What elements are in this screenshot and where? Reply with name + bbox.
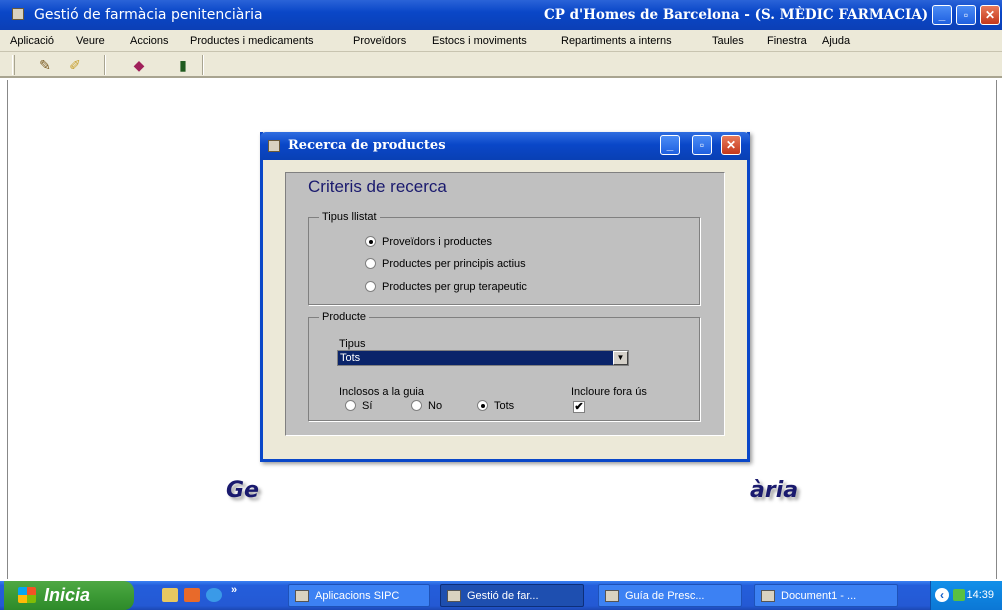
exit-door-icon[interactable]: ▮: [174, 56, 192, 74]
radio-label: Tots: [494, 400, 515, 412]
menu-repartiments[interactable]: Repartiments a interns: [561, 35, 672, 47]
radio-button[interactable]: [365, 281, 376, 292]
radio-label: Productes per grup terapeutic: [382, 281, 527, 293]
internet-explorer-icon[interactable]: [206, 588, 222, 602]
app-icon: [447, 590, 461, 602]
radio-proveidors-productes[interactable]: Proveïdors i productes: [365, 236, 492, 248]
task-document1[interactable]: Document1 - ...: [754, 584, 898, 607]
criteria-panel: Criteris de recerca Tipus llistat Proveï…: [285, 172, 725, 436]
producte-legend: Producte: [319, 311, 370, 323]
task-aplicacions-sipc[interactable]: Aplicacions SIPC: [288, 584, 430, 607]
dialog-titlebar[interactable]: Recerca de productes _ ▫ ✕: [260, 132, 750, 160]
start-button[interactable]: Inicia: [4, 581, 134, 610]
print-icon[interactable]: ◆: [130, 56, 148, 74]
radio-button[interactable]: [477, 400, 488, 411]
radio-label: Proveïdors i productes: [382, 236, 493, 248]
toolbar: ✎ ✐ ◆ ▮: [0, 52, 1002, 78]
task-gestio-farmacia[interactable]: Gestió de far...: [440, 584, 584, 607]
dialog-maximize-button[interactable]: ▫: [692, 135, 712, 155]
app-icon: [12, 8, 24, 20]
tipus-label: Tipus: [339, 338, 366, 350]
clock[interactable]: 14:39: [966, 589, 994, 601]
system-tray: ‹ 14:39: [930, 581, 1002, 610]
task-label: Aplicacions SIPC: [315, 590, 400, 602]
dialog-title: Recerca de productes: [288, 138, 446, 153]
radio-inclosos-no[interactable]: No: [411, 400, 442, 412]
search-dialog: Recerca de productes _ ▫ ✕ Criteris de r…: [260, 132, 750, 462]
radio-inclosos-tots[interactable]: Tots: [477, 400, 514, 412]
inclosos-label: Inclosos a la guia: [339, 386, 424, 398]
criteria-heading: Criteris de recerca: [308, 177, 447, 196]
menu-aplicacio[interactable]: Aplicació: [10, 35, 54, 47]
window-context: CP d'Homes de Barcelona - (S. MÈDIC FARM…: [544, 7, 929, 23]
eraser-icon[interactable]: ✐: [66, 56, 84, 74]
pencil-icon[interactable]: ✎: [36, 56, 54, 74]
toolbar-separator: [104, 55, 106, 75]
dialog-icon: [268, 140, 280, 152]
task-guia-prescripcio[interactable]: Guía de Presc...: [598, 584, 742, 607]
dialog-close-button[interactable]: ✕: [721, 135, 741, 155]
browser-icon: [605, 590, 619, 602]
folder-icon[interactable]: [162, 588, 178, 602]
radio-label: Sí: [362, 400, 373, 412]
radio-grup-terapeutic[interactable]: Productes per grup terapeutic: [365, 281, 527, 293]
dialog-minimize-button[interactable]: _: [660, 135, 680, 155]
menu-proveidors[interactable]: Proveïdors: [353, 35, 406, 47]
producte-group: Producte Tipus Tots ▼ Inclosos a la guia…: [308, 311, 700, 421]
tipus-select[interactable]: Tots ▼: [337, 350, 629, 366]
minimize-button[interactable]: _: [932, 5, 952, 25]
radio-label: No: [428, 400, 443, 412]
menu-estocs[interactable]: Estocs i moviments: [432, 35, 527, 47]
close-button[interactable]: ✕: [980, 5, 1000, 25]
task-label: Gestió de far...: [467, 590, 539, 602]
menu-productes[interactable]: Productes i medicaments: [190, 35, 314, 47]
network-icon[interactable]: [953, 589, 965, 601]
task-label: Guía de Presc...: [625, 590, 705, 602]
menu-accions[interactable]: Accions: [130, 35, 169, 47]
maximize-button[interactable]: ▫: [956, 5, 976, 25]
menu-taules[interactable]: Taules: [712, 35, 744, 47]
tipus-select-value: Tots: [340, 352, 361, 364]
menu-ajuda[interactable]: Ajuda: [822, 35, 850, 47]
radio-inclosos-si[interactable]: Sí: [345, 400, 372, 412]
background-logo-text-left: Ge: [226, 478, 259, 503]
radio-label: Productes per principis actius: [382, 258, 526, 270]
sipc-icon: [295, 590, 309, 602]
radio-principis-actius[interactable]: Productes per principis actius: [365, 258, 526, 270]
media-icon[interactable]: [184, 588, 200, 602]
radio-button[interactable]: [345, 400, 356, 411]
taskbar: Inicia » Aplicacions SIPC Gestió de far.…: [0, 581, 1002, 610]
incloure-fora-us-label: Incloure fora ús: [571, 386, 647, 398]
chevron-down-icon[interactable]: ▼: [613, 351, 628, 365]
tipus-llistat-legend: Tipus llistat: [319, 211, 380, 223]
start-label: Inicia: [44, 585, 91, 605]
menu-finestra[interactable]: Finestra: [767, 35, 807, 47]
tray-expand-icon[interactable]: ‹: [935, 588, 949, 602]
window-title: Gestió de farmàcia penitenciària: [34, 7, 263, 23]
tipus-llistat-group: Tipus llistat Proveïdors i productes Pro…: [308, 211, 700, 305]
word-document-icon: [761, 590, 775, 602]
background-logo-text-right: ària: [750, 478, 799, 503]
windows-logo-icon: [18, 587, 36, 603]
radio-button[interactable]: [411, 400, 422, 411]
toolbar-separator: [202, 55, 204, 75]
toolbar-grip[interactable]: [12, 55, 15, 75]
main-titlebar[interactable]: Gestió de farmàcia penitenciària CP d'Ho…: [0, 0, 1002, 30]
radio-button[interactable]: [365, 236, 376, 247]
task-label: Document1 - ...: [781, 590, 857, 602]
menu-veure[interactable]: Veure: [76, 35, 105, 47]
radio-button[interactable]: [365, 258, 376, 269]
menu-bar: Aplicació Veure Accions Productes i medi…: [0, 30, 1002, 52]
incloure-fora-us-checkbox[interactable]: ✔: [573, 401, 585, 413]
quick-launch-chevron[interactable]: »: [226, 583, 242, 597]
